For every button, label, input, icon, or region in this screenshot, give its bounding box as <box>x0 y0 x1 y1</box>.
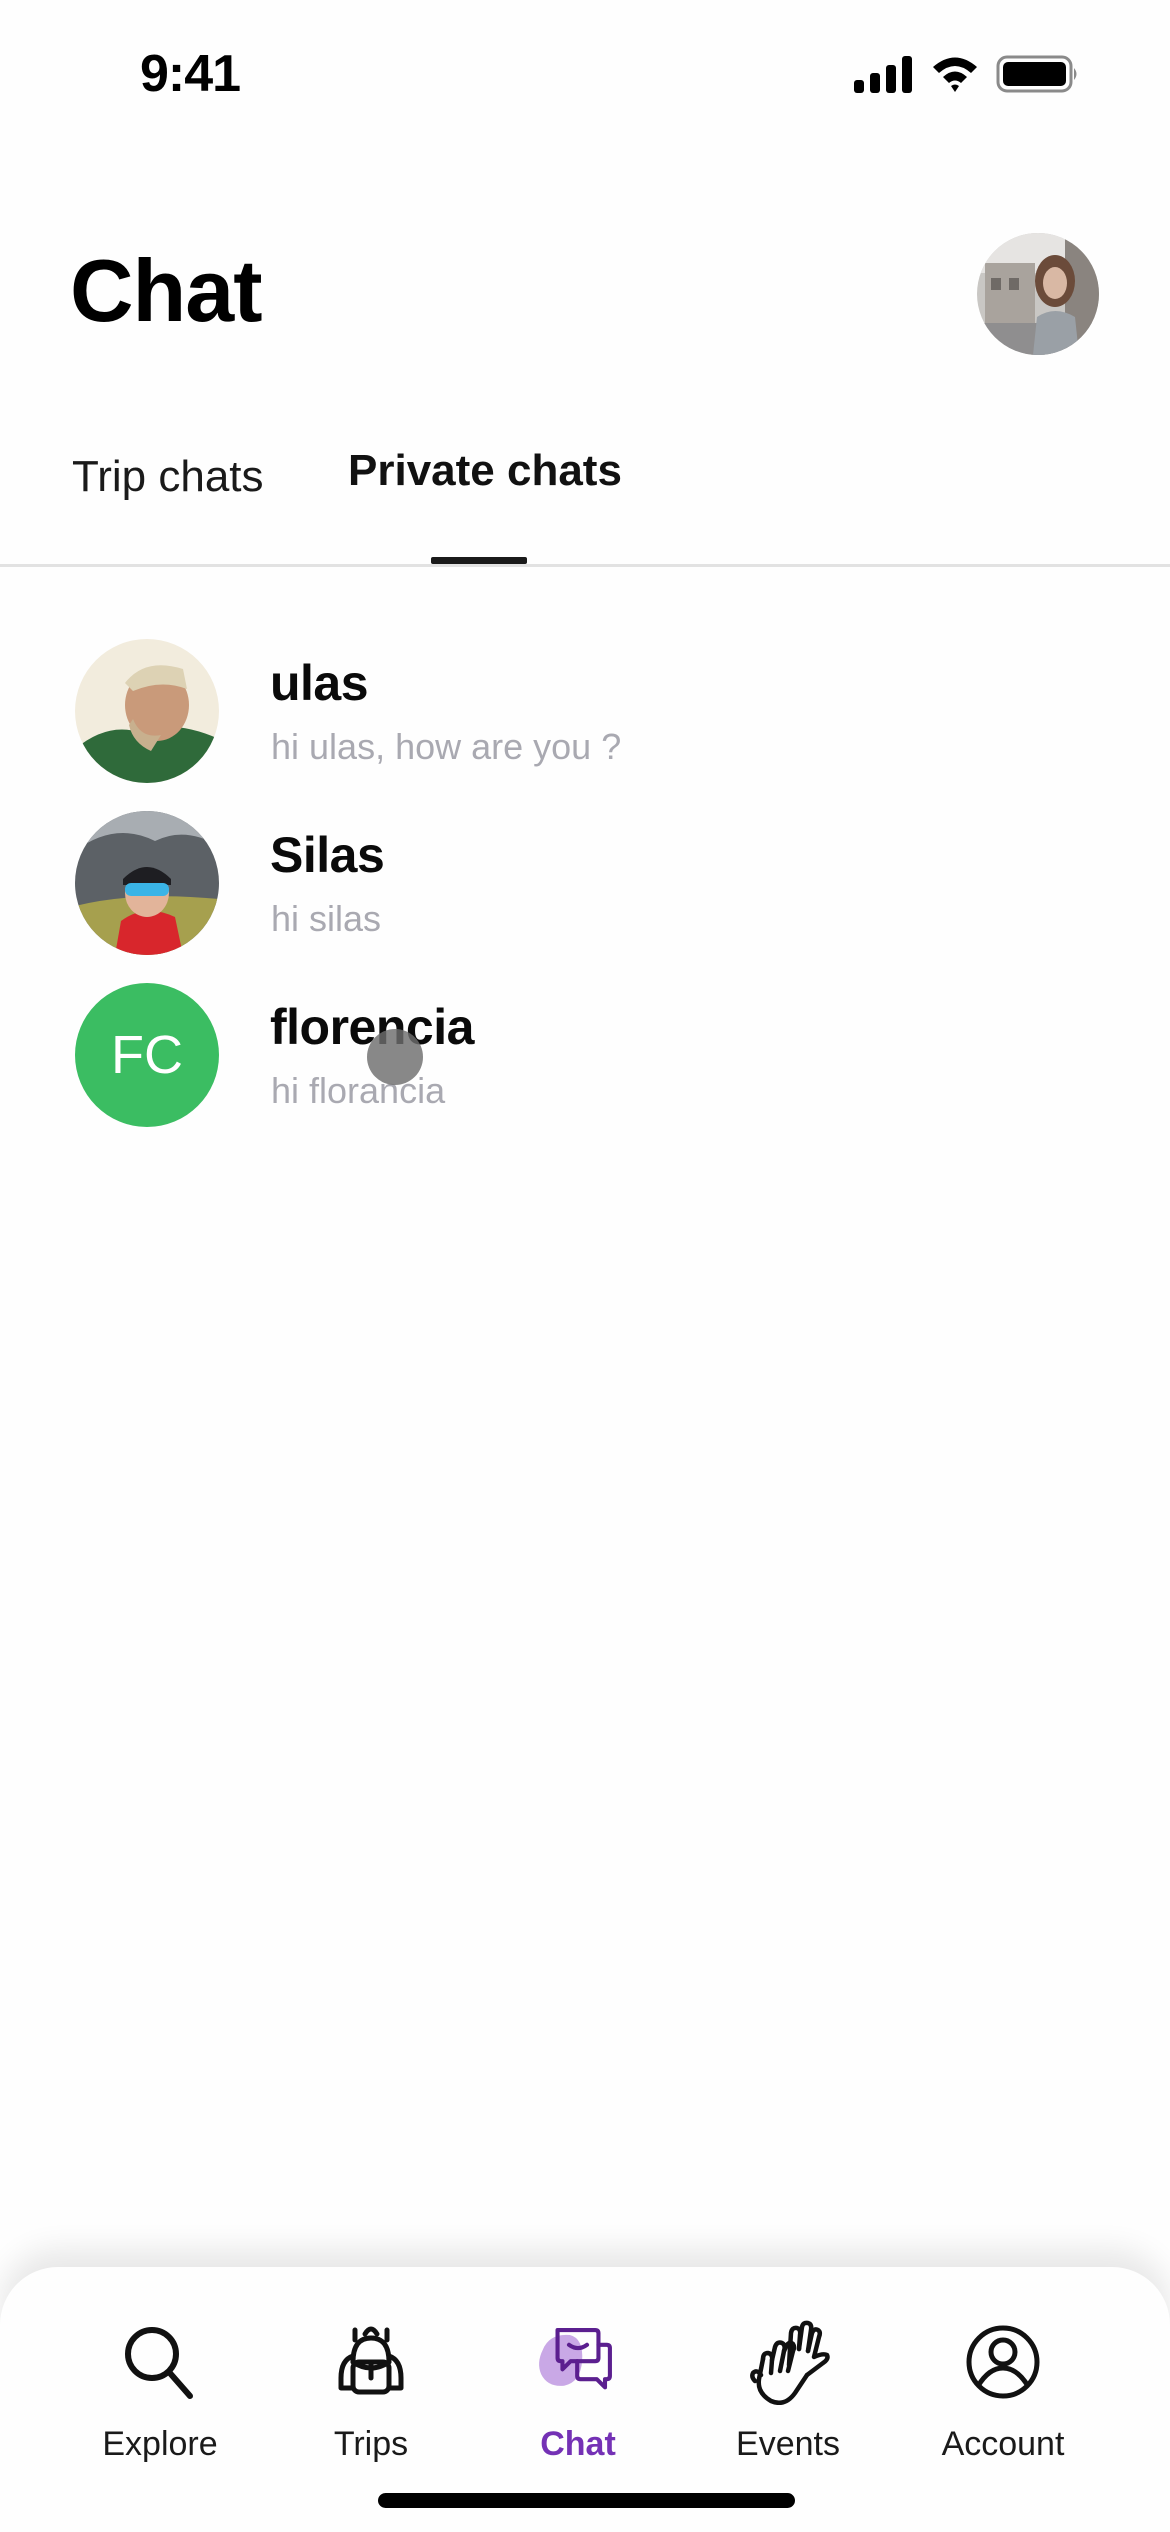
chat-name: ulas <box>270 655 369 711</box>
nav-label: Events <box>736 2425 840 2463</box>
high-five-icon <box>750 2320 830 2405</box>
home-indicator <box>378 2493 795 2508</box>
page-title: Chat <box>70 241 263 340</box>
chat-avatar <box>75 639 219 783</box>
backpack-icon <box>338 2326 404 2395</box>
chat-tabs: Trip chats Private chats <box>0 440 1170 567</box>
chat-list: ulas hi ulas, how are you ? Silas hi sil… <box>0 630 1170 1146</box>
nav-item-events[interactable]: Events <box>688 2267 888 2467</box>
nav-item-account[interactable]: Account <box>903 2267 1103 2467</box>
user-photo <box>75 811 219 955</box>
profile-photo <box>977 233 1099 355</box>
chat-list-item[interactable]: FC florencia hi florancia <box>0 974 1170 1146</box>
active-tab-indicator <box>431 557 527 564</box>
chat-avatar <box>75 811 219 955</box>
status-time: 9:41 <box>140 45 241 103</box>
nav-item-chat[interactable]: Chat <box>478 2267 678 2467</box>
chat-name: Silas <box>270 827 385 883</box>
nav-item-explore[interactable]: Explore <box>60 2267 260 2467</box>
tab-trip-chats[interactable]: Trip chats <box>72 452 264 502</box>
nav-label: Chat <box>540 2425 616 2463</box>
chat-bubbles-icon <box>539 2328 612 2390</box>
user-photo <box>75 639 219 783</box>
chat-last-message: hi silas <box>271 898 382 939</box>
nav-label: Trips <box>333 2425 409 2463</box>
nav-item-trips[interactable]: Trips <box>271 2267 471 2467</box>
tabs-divider <box>0 564 1170 567</box>
wifi-icon <box>933 57 977 92</box>
profile-avatar[interactable] <box>977 233 1099 355</box>
nav-label: Explore <box>102 2425 218 2463</box>
tab-private-chats[interactable]: Private chats <box>348 446 622 496</box>
chat-list-item[interactable]: ulas hi ulas, how are you ? <box>0 630 1170 802</box>
chat-last-message: hi florancia <box>271 1070 446 1111</box>
battery-icon <box>996 55 1077 93</box>
cellular-signal-icon <box>854 56 912 93</box>
status-icons <box>852 54 1080 94</box>
touch-indicator <box>367 1029 423 1085</box>
nav-label: Account <box>941 2425 1065 2463</box>
chat-avatar-initials: FC <box>75 983 219 1127</box>
user-circle-icon <box>966 2325 1040 2399</box>
chat-list-item[interactable]: Silas hi silas <box>0 802 1170 974</box>
search-icon <box>125 2327 193 2399</box>
chat-last-message: hi ulas, how are you ? <box>271 726 622 767</box>
